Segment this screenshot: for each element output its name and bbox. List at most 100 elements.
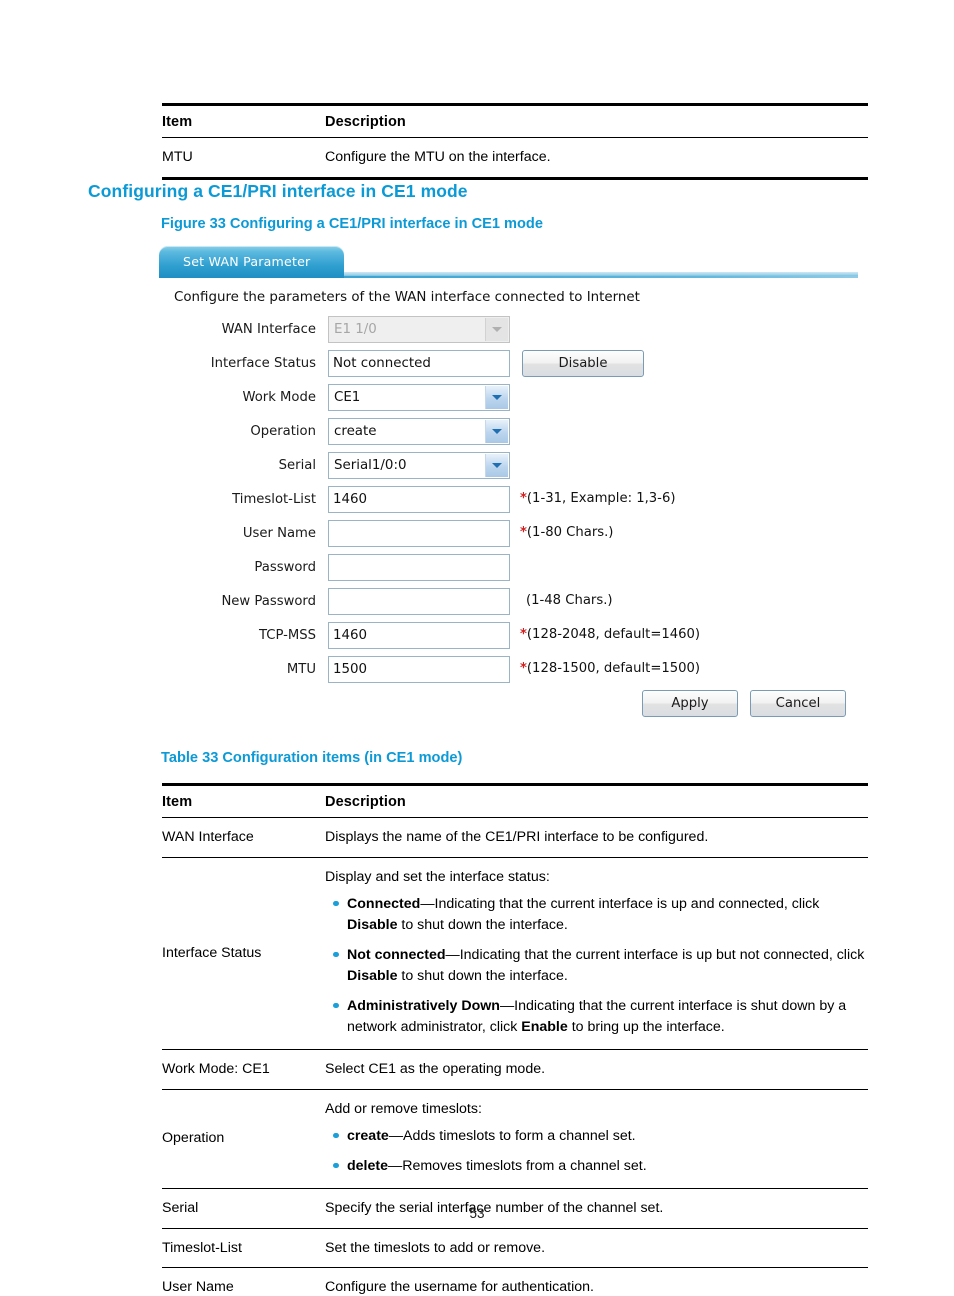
apply-button[interactable]: Apply	[642, 690, 738, 717]
control-password	[328, 554, 510, 581]
control-interface-status: Not connected	[328, 350, 510, 377]
tab-label: Set WAN Parameter	[183, 254, 311, 269]
hint-timeslot-list: *(1-31, Example: 1,3-6)	[520, 491, 676, 506]
control-wan-interface: E1 1/0	[328, 316, 510, 343]
form-intro-text: Configure the parameters of the WAN inte…	[174, 290, 640, 305]
table-caption: Table 33 Configuration items (in CE1 mod…	[161, 750, 463, 766]
figure-caption: Figure 33 Configuring a CE1/PRI interfac…	[161, 216, 543, 232]
cell-item: Work Mode: CE1	[162, 1049, 325, 1090]
hint-tcp-mss: *(128-2048, default=1460)	[520, 627, 701, 642]
disable-button[interactable]: Disable	[522, 350, 644, 377]
tab-set-wan-parameter[interactable]: Set WAN Parameter	[159, 246, 344, 278]
table-header-row: Item Description	[162, 103, 868, 138]
form-row-work-mode: Work Mode CE1	[158, 384, 858, 418]
cell-item: Timeslot-List	[162, 1228, 325, 1269]
wan-interface-select: E1 1/0	[328, 316, 510, 343]
cancel-button[interactable]: Cancel	[750, 690, 846, 717]
work-mode-select[interactable]: CE1	[328, 384, 510, 411]
chevron-down-icon[interactable]	[485, 454, 508, 477]
cell-description: Add or remove timeslots: create—Adds tim…	[325, 1089, 868, 1189]
operation-value: create	[334, 424, 377, 439]
wan-interface-value: E1 1/0	[334, 322, 377, 337]
control-timeslot-list: 1460	[328, 486, 510, 513]
table-row: MTU Configure the MTU on the interface.	[162, 137, 868, 180]
form-row-new-password: New Password (1-48 Chars.)	[158, 588, 858, 622]
cell-item: Interface Status	[162, 857, 325, 1050]
user-name-input[interactable]	[328, 520, 510, 547]
operation-select[interactable]: create	[328, 418, 510, 445]
table-row: WAN Interface Displays the name of the C…	[162, 817, 868, 858]
list-item: Not connected—Indicating that the curren…	[333, 945, 868, 987]
form-row-operation: Operation create	[158, 418, 858, 452]
table-row: Operation Add or remove timeslots: creat…	[162, 1089, 868, 1189]
label-interface-status: Interface Status	[210, 356, 316, 371]
control-new-password	[328, 588, 510, 615]
serial-value: Serial1/0:0	[334, 458, 407, 473]
cell-item: MTU	[162, 137, 325, 180]
tab-strip-rule-accent	[344, 276, 858, 278]
label-timeslot-list: Timeslot-List	[232, 492, 316, 507]
wan-parameter-form: WAN Interface E1 1/0 Interface Status No…	[158, 316, 858, 690]
required-asterisk: *	[520, 627, 527, 642]
label-mtu: MTU	[286, 662, 316, 677]
table-row: Timeslot-List Set the timeslots to add o…	[162, 1228, 868, 1269]
label-password: Password	[254, 560, 316, 575]
hint-user-name: *(1-80 Chars.)	[520, 525, 614, 540]
column-header-item: Item	[162, 783, 325, 818]
mtu-input[interactable]: 1500	[328, 656, 510, 683]
cell-item: WAN Interface	[162, 817, 325, 858]
page-number: 53	[469, 1206, 485, 1221]
table-row: Work Mode: CE1 Select CE1 as the operati…	[162, 1049, 868, 1090]
timeslot-list-input[interactable]: 1460	[328, 486, 510, 513]
list-item: delete—Removes timeslots from a channel …	[333, 1156, 868, 1177]
cell-item: User Name	[162, 1267, 325, 1296]
form-row-password: Password	[158, 554, 858, 588]
label-serial: Serial	[278, 458, 316, 473]
chevron-down-icon	[485, 318, 508, 341]
chevron-down-icon[interactable]	[485, 420, 508, 443]
form-row-serial: Serial Serial1/0:0	[158, 452, 858, 486]
work-mode-value: CE1	[334, 390, 361, 405]
label-tcp-mss: TCP-MSS	[258, 628, 316, 643]
required-asterisk: *	[520, 491, 527, 506]
description-lead: Display and set the interface status:	[325, 868, 550, 885]
description-lead: Add or remove timeslots:	[325, 1100, 482, 1117]
document-page: Item Description MTU Configure the MTU o…	[0, 0, 954, 1296]
control-user-name	[328, 520, 510, 547]
cell-description: Display and set the interface status: Co…	[325, 857, 868, 1050]
description-bullet-list: Connected—Indicating that the current in…	[325, 894, 868, 1038]
cell-description: Configure the username for authenticatio…	[325, 1267, 868, 1296]
control-operation: create	[328, 418, 510, 445]
control-work-mode: CE1	[328, 384, 510, 411]
form-row-timeslot-list: Timeslot-List 1460 *(1-31, Example: 1,3-…	[158, 486, 858, 520]
form-row-user-name: User Name *(1-80 Chars.)	[158, 520, 858, 554]
form-row-interface-status: Interface Status Not connected Disable	[158, 350, 858, 384]
password-input[interactable]	[328, 554, 510, 581]
interface-status-field[interactable]: Not connected	[328, 350, 510, 377]
new-password-input[interactable]	[328, 588, 510, 615]
column-header-description: Description	[325, 783, 868, 818]
wan-parameter-screenshot: Set WAN Parameter Configure the paramete…	[158, 246, 858, 726]
control-mtu: 1500	[328, 656, 510, 683]
list-item: create—Adds timeslots to form a channel …	[333, 1126, 868, 1147]
hint-new-password: (1-48 Chars.)	[526, 593, 613, 608]
tcp-mss-input[interactable]: 1460	[328, 622, 510, 649]
cell-description: Configure the MTU on the interface.	[325, 137, 868, 180]
required-asterisk: *	[520, 525, 527, 540]
label-wan-interface: WAN Interface	[221, 322, 316, 337]
form-row-wan-interface: WAN Interface E1 1/0	[158, 316, 858, 350]
column-header-item: Item	[162, 103, 325, 138]
section-heading: Configuring a CE1/PRI interface in CE1 m…	[88, 181, 468, 201]
cell-item: Operation	[162, 1089, 325, 1189]
chevron-down-icon[interactable]	[485, 386, 508, 409]
table-row: Interface Status Display and set the int…	[162, 857, 868, 1050]
label-new-password: New Password	[221, 594, 316, 609]
table-row: User Name Configure the username for aut…	[162, 1267, 868, 1296]
cell-description: Select CE1 as the operating mode.	[325, 1049, 868, 1090]
cell-description: Set the timeslots to add or remove.	[325, 1228, 868, 1269]
top-config-table: Item Description MTU Configure the MTU o…	[162, 103, 868, 180]
required-asterisk: *	[520, 661, 527, 676]
list-item: Connected—Indicating that the current in…	[333, 894, 868, 936]
tab-strip: Set WAN Parameter	[158, 246, 858, 280]
serial-select[interactable]: Serial1/0:0	[328, 452, 510, 479]
